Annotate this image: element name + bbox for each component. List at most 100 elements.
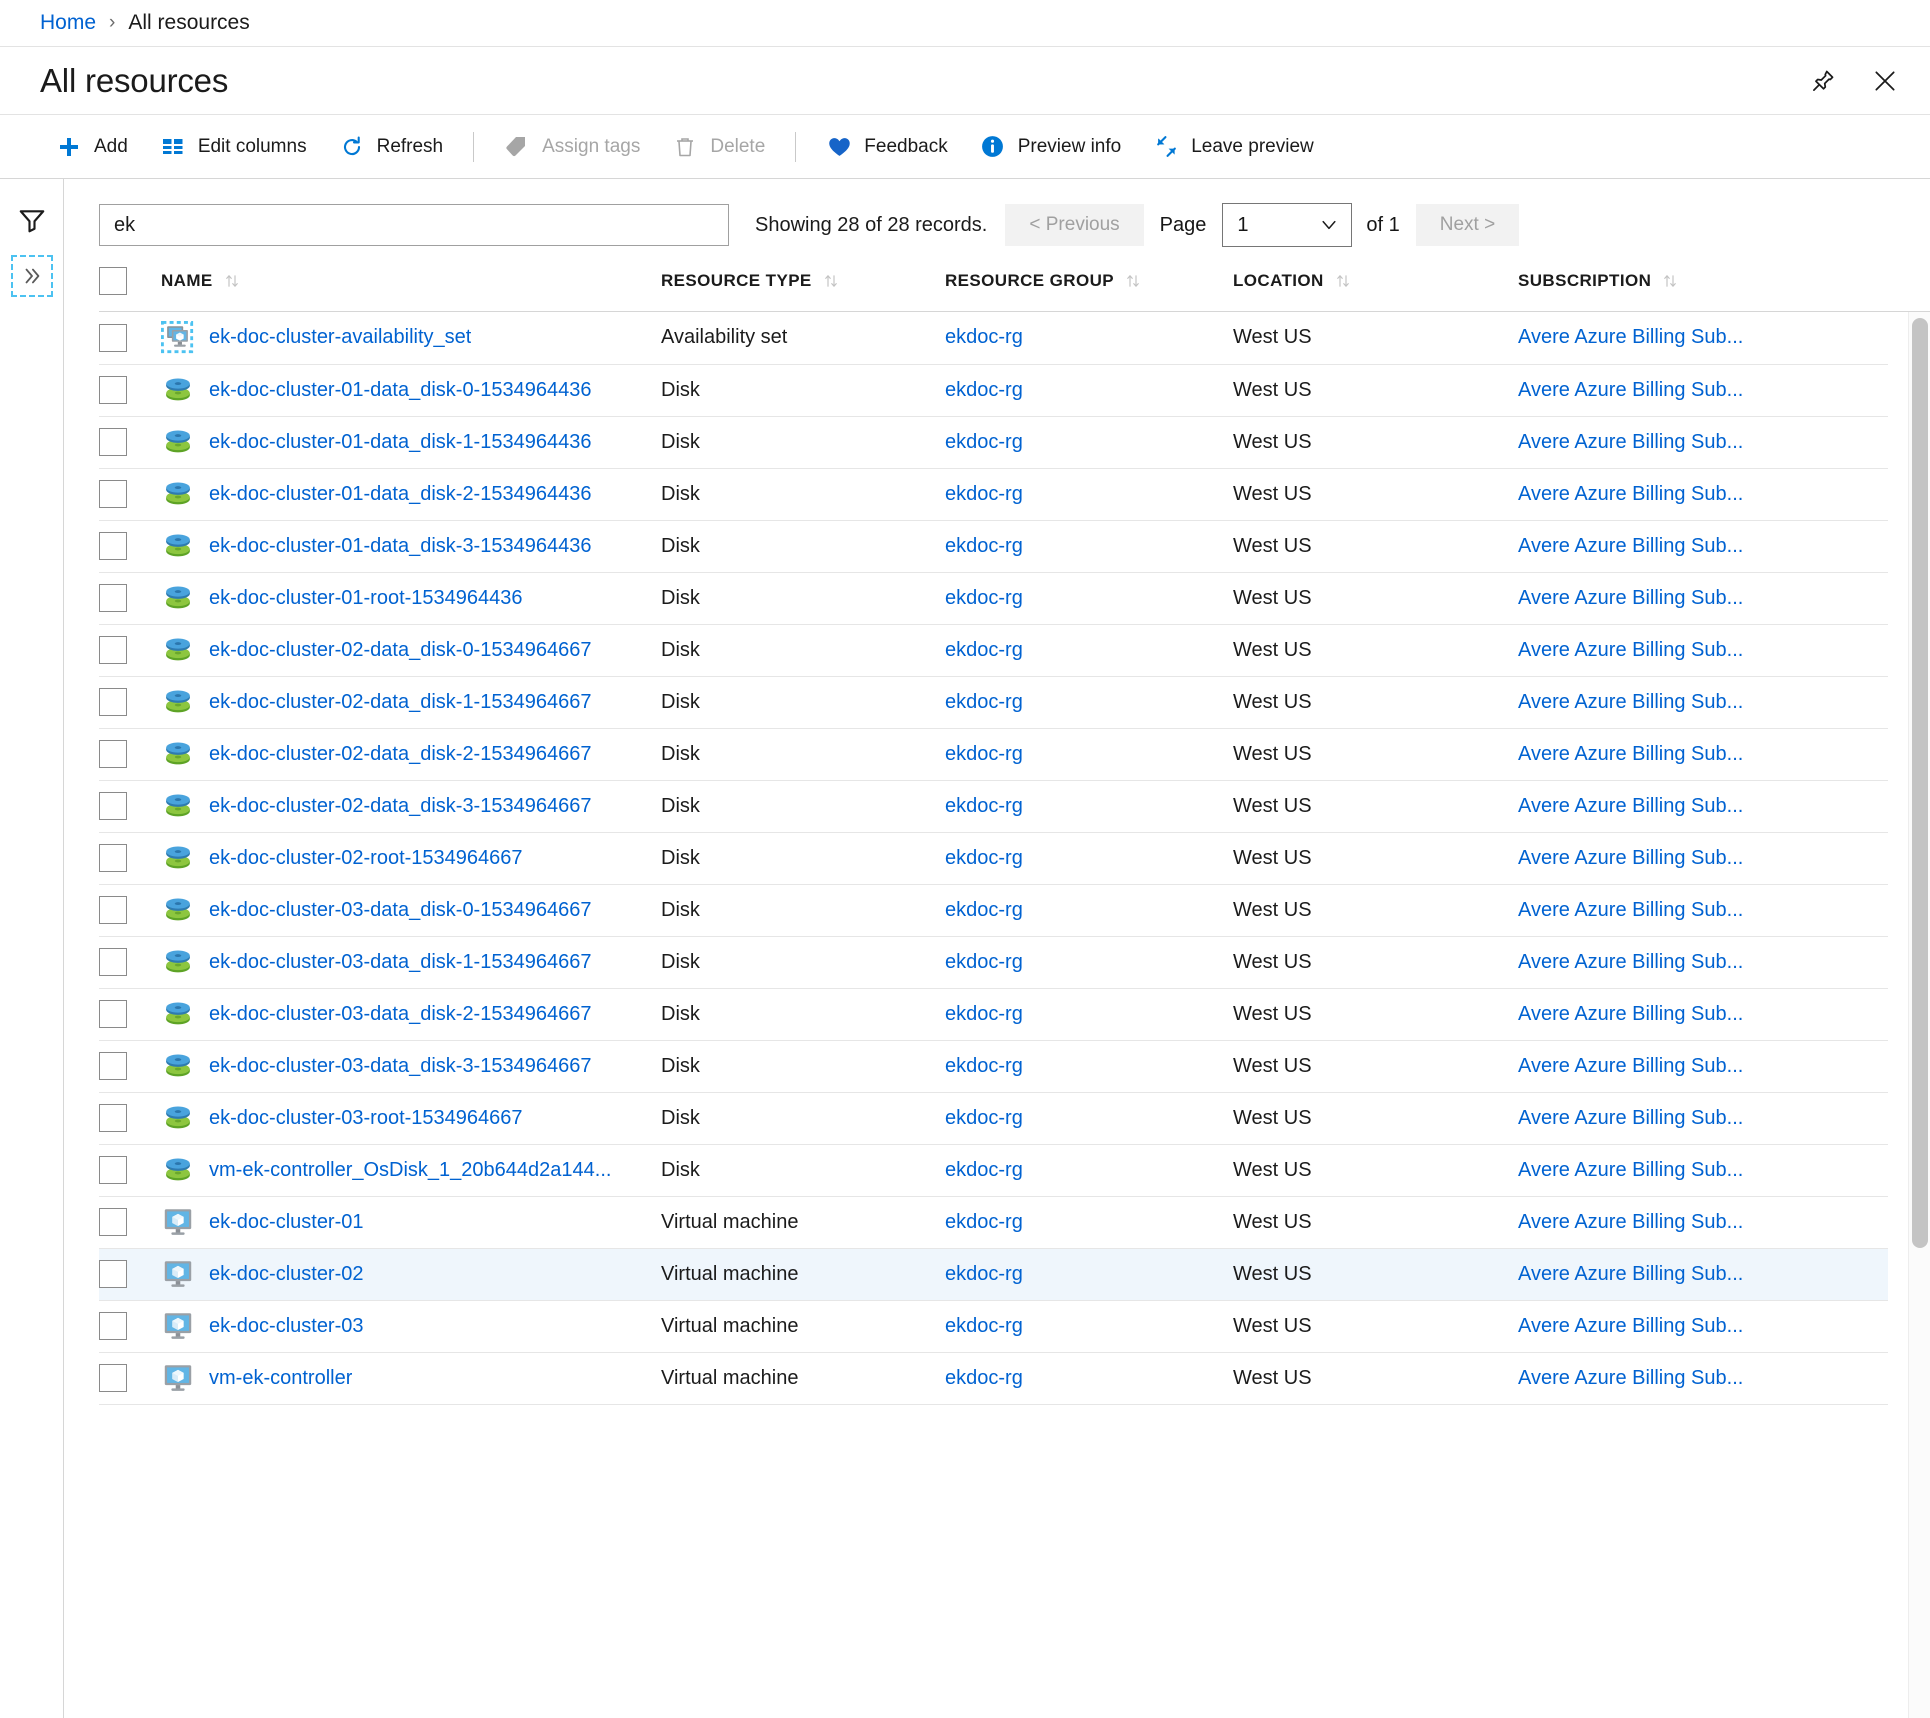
close-icon[interactable] <box>1868 64 1902 98</box>
add-button[interactable]: Add <box>40 128 144 166</box>
resource-group-link[interactable]: ekdoc-rg <box>945 326 1233 349</box>
subscription-link[interactable]: Avere Azure Billing Sub... <box>1518 587 1888 610</box>
refresh-button[interactable]: Refresh <box>323 128 460 166</box>
resource-name-link[interactable]: ek-doc-cluster-availability_set <box>209 326 471 349</box>
subscription-link[interactable]: Avere Azure Billing Sub... <box>1518 535 1888 558</box>
edit-columns-button[interactable]: Edit columns <box>144 128 323 166</box>
resource-group-link[interactable]: ekdoc-rg <box>945 691 1233 714</box>
search-input[interactable] <box>99 204 729 246</box>
subscription-link[interactable]: Avere Azure Billing Sub... <box>1518 1211 1888 1234</box>
table-row[interactable]: ek-doc-cluster-availability_set Availabil… <box>99 312 1888 365</box>
resource-group-link[interactable]: ekdoc-rg <box>945 431 1233 454</box>
table-row[interactable]: ek-doc-cluster-03-data_disk-0-1534964667… <box>99 884 1888 937</box>
row-checkbox[interactable] <box>99 740 127 768</box>
previous-page-button[interactable]: < Previous <box>1005 204 1144 246</box>
subscription-link[interactable]: Avere Azure Billing Sub... <box>1518 847 1888 870</box>
row-checkbox[interactable] <box>99 480 127 508</box>
resource-name-link[interactable]: ek-doc-cluster-03-data_disk-3-1534964667 <box>209 1055 591 1078</box>
subscription-link[interactable]: Avere Azure Billing Sub... <box>1518 1315 1888 1338</box>
resource-group-link[interactable]: ekdoc-rg <box>945 1263 1233 1286</box>
subscription-link[interactable]: Avere Azure Billing Sub... <box>1518 1263 1888 1286</box>
table-row[interactable]: ek-doc-cluster-02 Virtual machine ekdoc-rg… <box>99 1248 1888 1301</box>
table-row[interactable]: ek-doc-cluster-01-root-1534964436 Disk ekd… <box>99 572 1888 625</box>
resource-name-link[interactable]: ek-doc-cluster-01-data_disk-0-1534964436 <box>209 379 591 402</box>
preview-info-button[interactable]: Preview info <box>964 128 1138 166</box>
resource-name-link[interactable]: ek-doc-cluster-02-data_disk-3-1534964667 <box>209 795 591 818</box>
double-chevron-right-icon[interactable] <box>10 255 53 297</box>
filter-funnel-icon[interactable] <box>11 199 53 241</box>
resource-group-link[interactable]: ekdoc-rg <box>945 379 1233 402</box>
subscription-link[interactable]: Avere Azure Billing Sub... <box>1518 951 1888 974</box>
column-header-location[interactable]: LOCATION <box>1233 249 1518 311</box>
table-row[interactable]: ek-doc-cluster-01-data_disk-0-1534964436… <box>99 364 1888 417</box>
row-checkbox[interactable] <box>99 688 127 716</box>
table-row[interactable]: ek-doc-cluster-02-data_disk-3-1534964667… <box>99 780 1888 833</box>
table-row[interactable]: ek-doc-cluster-03 Virtual machine ekdoc-rg… <box>99 1300 1888 1353</box>
next-page-button[interactable]: Next > <box>1415 204 1520 246</box>
select-all-checkbox[interactable] <box>99 267 127 295</box>
table-row[interactable]: ek-doc-cluster-03-data_disk-3-1534964667… <box>99 1040 1888 1093</box>
page-number-select[interactable]: 1 <box>1222 203 1353 247</box>
row-checkbox[interactable] <box>99 792 127 820</box>
resource-group-link[interactable]: ekdoc-rg <box>945 1003 1233 1026</box>
breadcrumb-home-link[interactable]: Home <box>40 11 96 35</box>
subscription-link[interactable]: Avere Azure Billing Sub... <box>1518 639 1888 662</box>
scrollbar-thumb[interactable] <box>1912 318 1928 1248</box>
subscription-link[interactable]: Avere Azure Billing Sub... <box>1518 1367 1888 1390</box>
resource-name-link[interactable]: ek-doc-cluster-01 <box>209 1211 364 1234</box>
resource-name-link[interactable]: ek-doc-cluster-01-data_disk-3-1534964436 <box>209 535 591 558</box>
table-row[interactable]: ek-doc-cluster-02-data_disk-0-1534964667… <box>99 624 1888 677</box>
row-checkbox[interactable] <box>99 1104 127 1132</box>
subscription-link[interactable]: Avere Azure Billing Sub... <box>1518 1159 1888 1182</box>
row-checkbox[interactable] <box>99 1312 127 1340</box>
resource-name-link[interactable]: ek-doc-cluster-02-data_disk-1-1534964667 <box>209 691 591 714</box>
subscription-link[interactable]: Avere Azure Billing Sub... <box>1518 743 1888 766</box>
table-row[interactable]: ek-doc-cluster-01 Virtual machine ekdoc-rg… <box>99 1196 1888 1249</box>
resource-group-link[interactable]: ekdoc-rg <box>945 847 1233 870</box>
resource-name-link[interactable]: ek-doc-cluster-02 <box>209 1263 364 1286</box>
subscription-link[interactable]: Avere Azure Billing Sub... <box>1518 483 1888 506</box>
row-checkbox[interactable] <box>99 948 127 976</box>
row-checkbox[interactable] <box>99 896 127 924</box>
resource-group-link[interactable]: ekdoc-rg <box>945 535 1233 558</box>
table-row[interactable]: vm-ek-controller Virtual machine ekdoc-rg W… <box>99 1352 1888 1405</box>
table-row[interactable]: ek-doc-cluster-03-data_disk-2-1534964667… <box>99 988 1888 1041</box>
table-row[interactable]: ek-doc-cluster-01-data_disk-3-1534964436… <box>99 520 1888 573</box>
resource-group-link[interactable]: ekdoc-rg <box>945 587 1233 610</box>
row-checkbox[interactable] <box>99 323 127 352</box>
resource-group-link[interactable]: ekdoc-rg <box>945 1159 1233 1182</box>
resource-name-link[interactable]: ek-doc-cluster-03-root-1534964667 <box>209 1107 523 1130</box>
table-row[interactable]: vm-ek-controller_OsDisk_1_20b644d2a144..… <box>99 1144 1888 1197</box>
row-checkbox[interactable] <box>99 844 127 872</box>
resource-name-link[interactable]: ek-doc-cluster-03-data_disk-2-1534964667 <box>209 1003 591 1026</box>
resource-name-link[interactable]: ek-doc-cluster-02-data_disk-2-1534964667 <box>209 743 591 766</box>
resource-group-link[interactable]: ekdoc-rg <box>945 1107 1233 1130</box>
subscription-link[interactable]: Avere Azure Billing Sub... <box>1518 899 1888 922</box>
table-row[interactable]: ek-doc-cluster-01-data_disk-1-1534964436… <box>99 416 1888 469</box>
resource-name-link[interactable]: ek-doc-cluster-03-data_disk-0-1534964667 <box>209 899 591 922</box>
row-checkbox[interactable] <box>99 532 127 560</box>
subscription-link[interactable]: Avere Azure Billing Sub... <box>1518 1055 1888 1078</box>
row-checkbox[interactable] <box>99 1052 127 1080</box>
row-checkbox[interactable] <box>99 636 127 664</box>
subscription-link[interactable]: Avere Azure Billing Sub... <box>1518 795 1888 818</box>
subscription-link[interactable]: Avere Azure Billing Sub... <box>1518 691 1888 714</box>
vertical-scrollbar[interactable] <box>1908 312 1930 1718</box>
leave-preview-button[interactable]: Leave preview <box>1137 128 1330 166</box>
column-header-resource-type[interactable]: RESOURCE TYPE <box>661 249 945 311</box>
resource-group-link[interactable]: ekdoc-rg <box>945 1367 1233 1390</box>
row-checkbox[interactable] <box>99 1260 127 1288</box>
resource-group-link[interactable]: ekdoc-rg <box>945 1211 1233 1234</box>
row-checkbox[interactable] <box>99 1000 127 1028</box>
table-row[interactable]: ek-doc-cluster-02-root-1534964667 Disk ekd… <box>99 832 1888 885</box>
resource-name-link[interactable]: vm-ek-controller <box>209 1367 352 1390</box>
feedback-button[interactable]: Feedback <box>810 128 963 166</box>
resource-name-link[interactable]: ek-doc-cluster-02-root-1534964667 <box>209 847 523 870</box>
column-header-resource-group[interactable]: RESOURCE GROUP <box>945 249 1233 311</box>
row-checkbox[interactable] <box>99 1208 127 1236</box>
resource-group-link[interactable]: ekdoc-rg <box>945 951 1233 974</box>
table-row[interactable]: ek-doc-cluster-01-data_disk-2-1534964436… <box>99 468 1888 521</box>
resource-name-link[interactable]: ek-doc-cluster-01-data_disk-2-1534964436 <box>209 483 591 506</box>
table-row[interactable]: ek-doc-cluster-02-data_disk-1-1534964667… <box>99 676 1888 729</box>
resource-group-link[interactable]: ekdoc-rg <box>945 899 1233 922</box>
